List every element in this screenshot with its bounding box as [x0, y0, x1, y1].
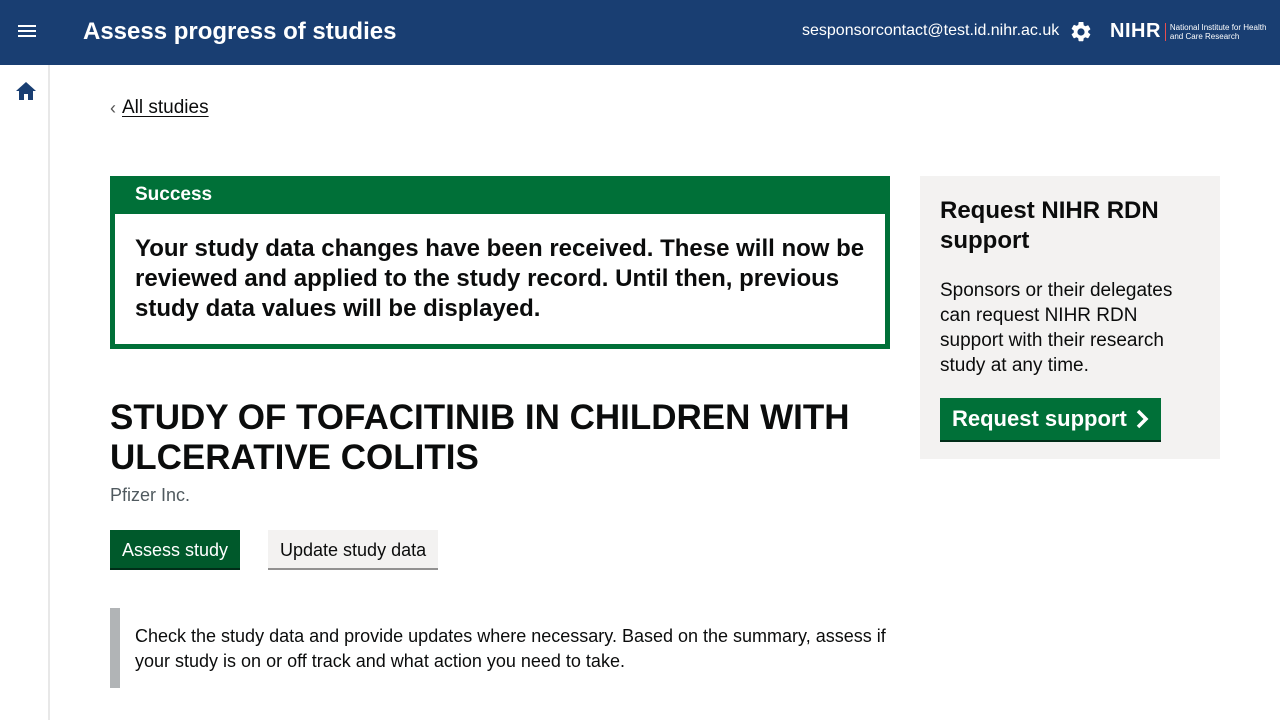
- logo-divider: [1164, 22, 1166, 41]
- user-email: sesponsorcontact@test.id.nihr.ac.uk: [802, 22, 1060, 39]
- chevron-left-icon: ‹: [110, 98, 116, 118]
- rdn-panel-title: Request NIHR RDN support: [940, 197, 1159, 254]
- request-support-button[interactable]: Request support: [940, 398, 1161, 442]
- menu-icon[interactable]: [14, 22, 40, 44]
- guidance-inset-text: Check the study data and provide updates…: [110, 608, 890, 688]
- rdn-panel-description: Sponsors or their delegates can request …: [940, 280, 1173, 376]
- gear-icon[interactable]: [1069, 20, 1093, 44]
- sidebar: [0, 65, 50, 720]
- update-study-data-button[interactable]: Update study data: [268, 530, 439, 570]
- chevron-right-icon: [1136, 409, 1149, 429]
- back-link-label[interactable]: All studies: [122, 97, 209, 119]
- nihr-logo: NIHR National Institute for Health and C…: [1110, 20, 1270, 43]
- banner-message: Your study data changes have been receiv…: [115, 214, 885, 344]
- study-title: STUDY OF TOFACITINIB IN CHILDREN WITH UL…: [110, 398, 850, 477]
- logo-main: NIHR: [1110, 20, 1161, 42]
- banner-title: Success: [135, 184, 213, 205]
- logo-subtitle: National Institute for Health and Care R…: [1169, 22, 1267, 41]
- app-header: Assess progress of studies sesponsorcont…: [0, 0, 1280, 65]
- back-link[interactable]: ‹ All studies: [110, 97, 209, 119]
- request-support-label: Request support: [952, 406, 1127, 431]
- app-title: Assess progress of studies: [83, 18, 397, 45]
- study-sponsor: Pfizer Inc.: [110, 485, 191, 505]
- rdn-support-panel: Request NIHR RDN support Sponsors or the…: [920, 176, 1220, 459]
- assess-study-button[interactable]: Assess study: [110, 530, 241, 570]
- home-icon[interactable]: [15, 81, 37, 101]
- success-banner: Success Your study data changes have bee…: [110, 176, 890, 349]
